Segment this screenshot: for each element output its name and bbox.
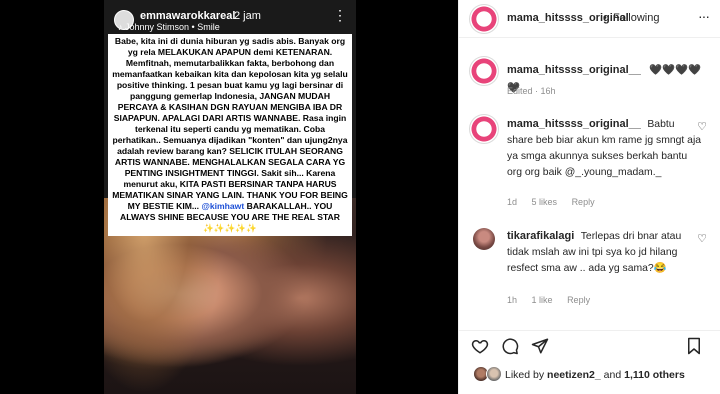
following-button[interactable]: Following: [613, 12, 659, 24]
story-more-icon: ⋮: [333, 7, 347, 23]
comment-avatar[interactable]: [473, 228, 495, 250]
story-caption: Babe, kita ini di dunia hiburan yg sadis…: [108, 34, 352, 236]
comment-body: mama_hitssss_original__ Babtu share beb …: [507, 116, 703, 180]
comment-username[interactable]: mama_hitssss_original__: [507, 64, 641, 76]
story-time: 2 jam: [234, 10, 261, 22]
story-music-label: Johnny Stimson • Smile: [125, 22, 220, 32]
post-panel: mama_hitssss_original • Following ··· ma…: [458, 0, 720, 394]
music-note-icon: ♪: [118, 22, 126, 32]
comment-meta: 1d 5 likes Reply: [507, 197, 607, 207]
comment-meta: 1h 1 like Reply: [507, 295, 602, 305]
header-separator: •: [603, 12, 607, 24]
comment-likes[interactable]: 5 likes: [532, 197, 558, 207]
comment-like-icon[interactable]: ♡: [697, 120, 707, 133]
comment-item: mama_hitssss_original__ 🖤🖤🖤🖤🖤 Edited · 1…: [459, 56, 720, 100]
heart-icon[interactable]: [471, 337, 489, 355]
comment-icon[interactable]: [501, 337, 519, 355]
comment-body: tikarafikalagi Terlepas dri bnar atau ti…: [507, 228, 703, 276]
comment-time: 1d: [507, 197, 518, 207]
media-viewer[interactable]: emmawarokkareal 2 jam ⋮ ♪ Johnny Stimson…: [0, 0, 458, 394]
story-music: ♪ Johnny Stimson • Smile: [118, 22, 220, 32]
story-mention: @kimhawt: [201, 201, 245, 211]
comment-username[interactable]: tikarafikalagi: [507, 230, 574, 242]
comment-item: mama_hitssss_original__ Babtu share beb …: [459, 114, 720, 210]
likes-count[interactable]: 1,110 others: [624, 369, 685, 381]
comment-avatar[interactable]: [469, 56, 499, 86]
comment-like-icon[interactable]: ♡: [697, 232, 707, 245]
author-username[interactable]: mama_hitssss_original: [507, 12, 629, 24]
comment-reply-button[interactable]: Reply: [567, 295, 590, 305]
more-options-icon[interactable]: ···: [698, 8, 710, 24]
author-avatar[interactable]: [469, 4, 499, 34]
comment-likes[interactable]: 1 like: [532, 295, 553, 305]
story-image: emmawarokkareal 2 jam ⋮ ♪ Johnny Stimson…: [104, 0, 356, 394]
likes-text: Liked by neetizen2_ and 1,110 others: [505, 369, 685, 381]
likes-and: and: [603, 369, 622, 381]
likes-prefix: Liked by: [505, 369, 545, 381]
comment-time: Edited · 16h: [507, 86, 556, 96]
story-caption-text: Babe, kita ini di dunia hiburan yg sadis…: [112, 36, 348, 211]
comment-avatar[interactable]: [469, 114, 499, 144]
bookmark-icon[interactable]: [685, 337, 703, 355]
comment-item: tikarafikalagi Terlepas dri bnar atau ti…: [459, 226, 720, 308]
comment-reply-button[interactable]: Reply: [572, 197, 595, 207]
comment-username[interactable]: mama_hitssss_original__: [507, 118, 641, 130]
comment-time: 1h: [507, 295, 518, 305]
liker-avatar[interactable]: [486, 366, 502, 382]
share-icon[interactable]: [531, 337, 549, 355]
post-header: mama_hitssss_original • Following ···: [459, 0, 720, 38]
action-bar: [459, 330, 720, 358]
comment-meta: Edited · 16h: [507, 86, 568, 96]
likes-summary: Liked by neetizen2_ and 1,110 others: [459, 362, 720, 388]
story-username: emmawarokkareal: [140, 10, 236, 22]
liker-username[interactable]: neetizen2_: [547, 369, 601, 381]
